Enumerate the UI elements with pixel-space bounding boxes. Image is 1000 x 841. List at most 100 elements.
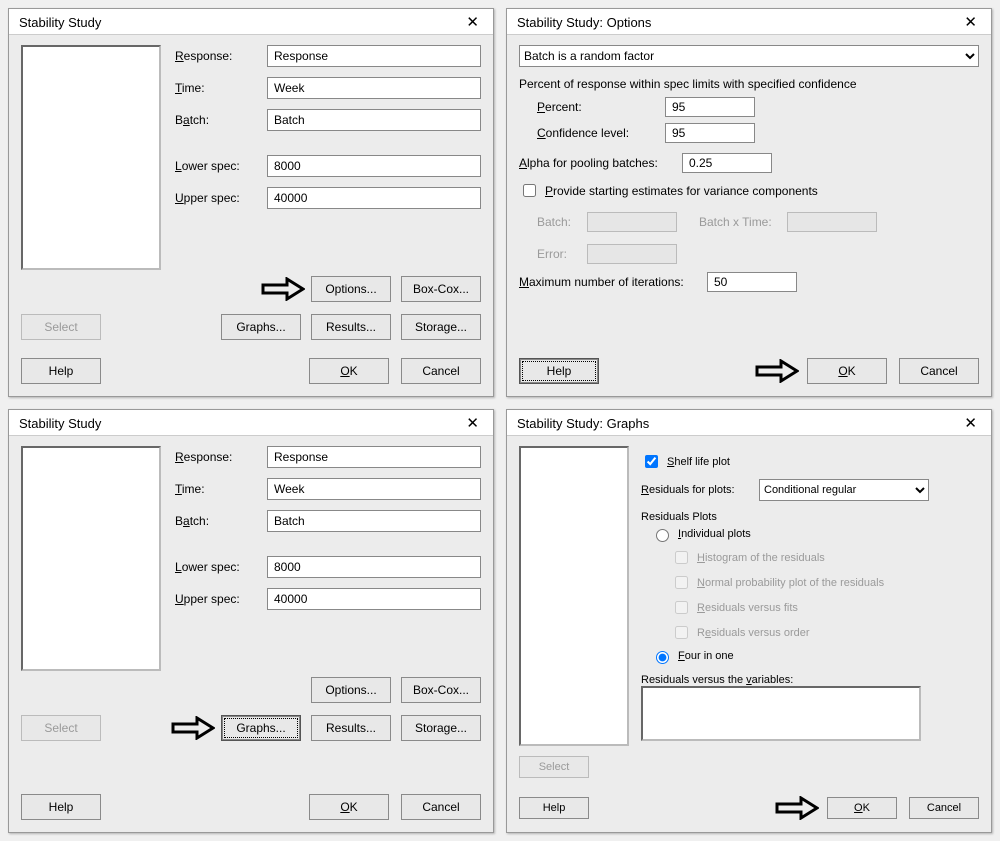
- cancel-button[interactable]: Cancel: [909, 797, 979, 819]
- four-in-one-radio[interactable]: [656, 651, 669, 664]
- variable-listbox[interactable]: [21, 45, 161, 270]
- response-input[interactable]: [267, 45, 481, 67]
- stability-study-options-dialog: Stability Study: Options ✕ Batch is a ra…: [506, 8, 992, 397]
- four-in-one-label: Four in one: [678, 650, 734, 662]
- ok-button[interactable]: OK: [807, 358, 887, 384]
- batchxtime-est-label: Batch x Time:: [699, 215, 779, 229]
- help-button[interactable]: Help: [519, 797, 589, 819]
- maxit-label: Maximum number of iterations:: [519, 275, 699, 289]
- confidence-label: Confidence level:: [537, 126, 657, 140]
- help-button[interactable]: Help: [21, 794, 101, 820]
- stability-study-graphs-dialog: Stability Study: Graphs ✕ Shelf life plo…: [506, 409, 992, 833]
- response-label: Response:: [175, 450, 257, 464]
- callout-arrow-icon: [171, 716, 211, 740]
- rvf-checkbox: [675, 601, 688, 614]
- window-title: Stability Study: [19, 15, 101, 30]
- boxcox-button[interactable]: Box-Cox...: [401, 276, 481, 302]
- percent-input[interactable]: [665, 97, 755, 117]
- time-label: Time:: [175, 482, 257, 496]
- select-button: Select: [21, 715, 101, 741]
- hist-checkbox: [675, 551, 688, 564]
- error-est-label: Error:: [537, 247, 579, 261]
- graphs-button[interactable]: Graphs...: [221, 715, 301, 741]
- cancel-button[interactable]: Cancel: [401, 358, 481, 384]
- callout-arrow-icon: [261, 277, 301, 301]
- batch-input[interactable]: [267, 109, 481, 131]
- upper-spec-input[interactable]: [267, 588, 481, 610]
- npp-checkbox: [675, 576, 688, 589]
- variable-listbox[interactable]: [519, 446, 629, 746]
- window-title: Stability Study: Graphs: [517, 416, 649, 431]
- close-icon[interactable]: ✕: [960, 416, 981, 431]
- close-icon[interactable]: ✕: [462, 15, 483, 30]
- titlebar: Stability Study ✕: [9, 410, 493, 436]
- time-label: Time:: [175, 81, 257, 95]
- lower-spec-input[interactable]: [267, 155, 481, 177]
- upper-spec-label: Upper spec:: [175, 191, 257, 205]
- lower-spec-label: Lower spec:: [175, 560, 257, 574]
- rvo-checkbox: [675, 626, 688, 639]
- callout-arrow-icon: [775, 796, 815, 820]
- individual-plots-label: Individual plots: [678, 528, 751, 540]
- close-icon[interactable]: ✕: [462, 416, 483, 431]
- select-button: Select: [519, 756, 589, 778]
- individual-plots-radio[interactable]: [656, 529, 669, 542]
- alpha-input[interactable]: [682, 153, 772, 173]
- options-button[interactable]: Options...: [311, 677, 391, 703]
- results-button[interactable]: Results...: [311, 715, 391, 741]
- rvo-label: Residuals versus order: [697, 627, 810, 639]
- shelf-life-label: Shelf life plot: [667, 456, 730, 468]
- variable-listbox[interactable]: [21, 446, 161, 671]
- residuals-for-combo[interactable]: Conditional regular: [759, 479, 929, 501]
- storage-button[interactable]: Storage...: [401, 715, 481, 741]
- window-title: Stability Study: Options: [517, 15, 651, 30]
- percent-label: Percent:: [537, 100, 657, 114]
- upper-spec-label: Upper spec:: [175, 592, 257, 606]
- titlebar: Stability Study ✕: [9, 9, 493, 35]
- boxcox-button[interactable]: Box-Cox...: [401, 677, 481, 703]
- options-button[interactable]: Options...: [311, 276, 391, 302]
- residual-plots-heading: Residuals Plots: [641, 511, 979, 523]
- response-label: Response:: [175, 49, 257, 63]
- cancel-button[interactable]: Cancel: [401, 794, 481, 820]
- titlebar: Stability Study: Options ✕: [507, 9, 991, 35]
- shelf-life-checkbox[interactable]: [645, 455, 658, 468]
- batch-est-label: Batch:: [537, 215, 579, 229]
- batch-input[interactable]: [267, 510, 481, 532]
- maxit-input[interactable]: [707, 272, 797, 292]
- ok-button[interactable]: OK: [309, 794, 389, 820]
- lower-spec-input[interactable]: [267, 556, 481, 578]
- provide-estimates-checkbox[interactable]: [523, 184, 536, 197]
- help-button[interactable]: Help: [519, 358, 599, 384]
- rvf-label: Residuals versus fits: [697, 602, 798, 614]
- alpha-label: Alpha for pooling batches:: [519, 156, 674, 170]
- time-input[interactable]: [267, 478, 481, 500]
- ok-button[interactable]: OK: [309, 358, 389, 384]
- ok-button[interactable]: OK: [827, 797, 897, 819]
- rv-vars-label: Residuals versus the variables:: [641, 674, 979, 686]
- npp-label: Normal probability plot of the residuals: [697, 577, 884, 589]
- window-title: Stability Study: [19, 416, 101, 431]
- help-button[interactable]: Help: [21, 358, 101, 384]
- lower-spec-label: Lower spec:: [175, 159, 257, 173]
- close-icon[interactable]: ✕: [960, 15, 981, 30]
- batch-est-input: [587, 212, 677, 232]
- upper-spec-input[interactable]: [267, 187, 481, 209]
- stability-study-dialog-1: Stability Study ✕ Response: Time: Batch:: [8, 8, 494, 397]
- batchxtime-est-input: [787, 212, 877, 232]
- storage-button[interactable]: Storage...: [401, 314, 481, 340]
- cancel-button[interactable]: Cancel: [899, 358, 979, 384]
- rv-vars-listbox[interactable]: [641, 686, 921, 741]
- batch-label: Batch:: [175, 514, 257, 528]
- titlebar: Stability Study: Graphs ✕: [507, 410, 991, 436]
- response-input[interactable]: [267, 446, 481, 468]
- batch-factor-combo[interactable]: Batch is a random factor: [519, 45, 979, 67]
- time-input[interactable]: [267, 77, 481, 99]
- hist-label: Histogram of the residuals: [697, 552, 825, 564]
- confidence-input[interactable]: [665, 123, 755, 143]
- graphs-button[interactable]: Graphs...: [221, 314, 301, 340]
- results-button[interactable]: Results...: [311, 314, 391, 340]
- error-est-input: [587, 244, 677, 264]
- callout-arrow-icon: [755, 359, 795, 383]
- batch-label: Batch:: [175, 113, 257, 127]
